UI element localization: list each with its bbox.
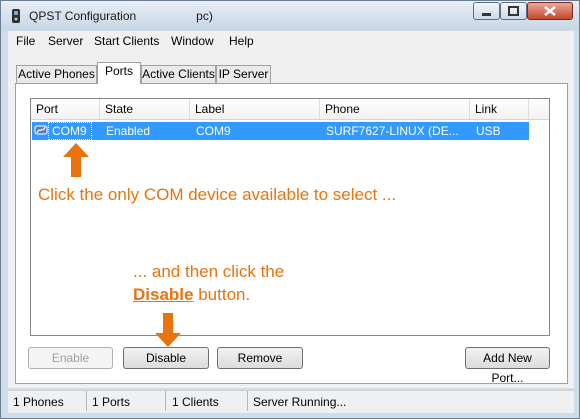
status-phones: 1 Phones [13,395,64,409]
disable-annotation-suffix: button. [193,285,251,304]
status-divider [247,391,248,411]
column-header-phone[interactable]: Phone [320,99,470,119]
menu-window[interactable]: Window [171,34,214,48]
column-header-link[interactable]: Link [470,99,529,119]
cell-phone: SURF7627-LINUX (DE... [326,124,459,138]
select-device-annotation: Click the only COM device available to s… [38,185,397,204]
qpst-app-icon [12,9,20,23]
tab-active-phones[interactable]: Active Phones [16,65,97,83]
window-title: QPST Configuration pc) [29,9,213,23]
disable-annotation-line1: ... and then click the [133,262,285,281]
tab-active-clients[interactable]: Active Clients [141,65,216,83]
column-header-state[interactable]: State [100,99,190,119]
tab-ip-server[interactable]: IP Server [216,65,271,83]
serial-port-icon [34,125,48,135]
column-header-port[interactable]: Port [31,99,100,119]
down-arrow-annotation-icon [155,313,181,347]
menu-bar [8,31,574,51]
add-new-port-button[interactable]: Add New Port... [465,347,550,385]
disable-annotation-keyword: Disable [133,285,194,304]
minimize-button[interactable] [473,2,500,20]
remove-button[interactable]: Remove [217,347,303,369]
maximize-icon [508,6,519,16]
minimize-icon [482,13,491,16]
cell-link: USB [476,124,501,138]
cell-port: COM9 [52,124,87,138]
application-window: QPST Configuration pc) File Server Start… [0,0,580,419]
menu-file[interactable]: File [16,34,35,48]
menu-server[interactable]: Server [48,34,83,48]
menu-help[interactable]: Help [229,34,254,48]
title-bar[interactable]: QPST Configuration pc) [1,1,579,30]
disable-annotation-line2: Disable button. [133,285,250,305]
maximize-button[interactable] [500,2,527,20]
column-header-label[interactable]: Label [190,99,320,119]
menu-start-clients[interactable]: Start Clients [94,34,159,48]
status-ports: 1 Ports [92,395,131,409]
status-divider [165,391,166,411]
cell-label: COM9 [196,124,231,138]
cell-state: Enabled [106,124,151,138]
up-arrow-annotation-icon [63,143,89,177]
tab-ports[interactable]: Ports [97,62,141,84]
status-server: Server Running... [253,395,347,409]
status-clients: 1 Clients [172,395,219,409]
close-icon [544,6,556,16]
status-divider [86,391,87,411]
close-button[interactable] [527,2,573,20]
enable-button[interactable]: Enable [28,347,113,369]
disable-button[interactable]: Disable [123,347,209,369]
